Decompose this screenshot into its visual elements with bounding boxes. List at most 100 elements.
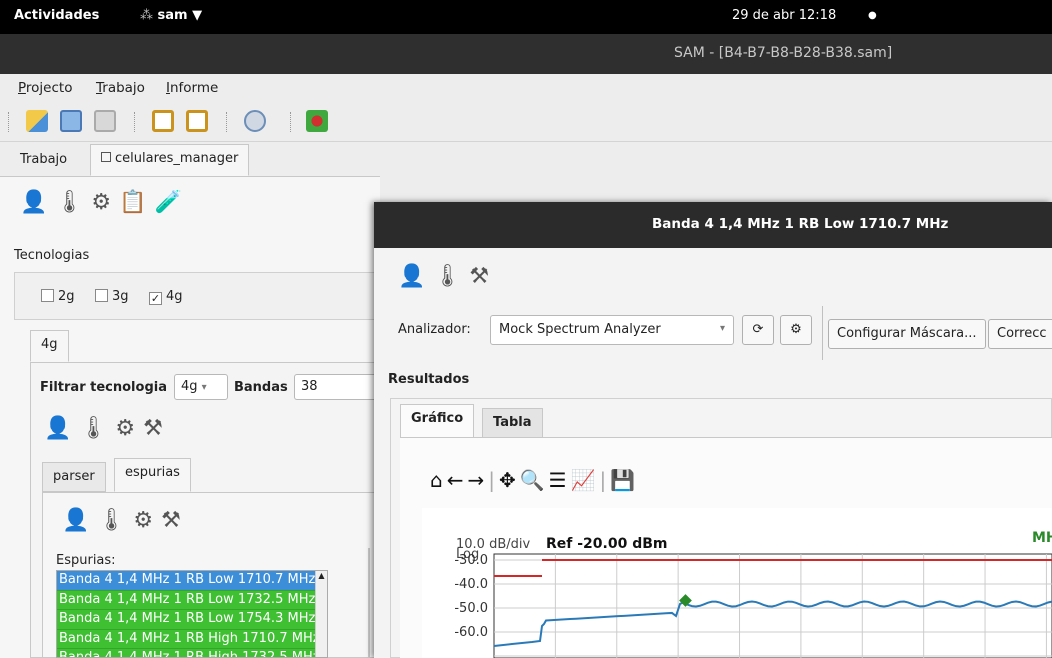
gear-icon: ⚙ xyxy=(790,322,802,337)
checkbox-4g[interactable]: ✓ 4g xyxy=(149,289,183,305)
user-icon[interactable]: 👤 xyxy=(20,190,55,215)
subtab-parser[interactable]: parser xyxy=(42,462,106,492)
chevron-down-icon: ▾ xyxy=(201,382,207,393)
gear-icon[interactable]: ⚙ xyxy=(91,190,119,215)
tab-trabajo[interactable]: Trabajo xyxy=(10,146,77,176)
scroll-up-arrow-icon[interactable]: ▲ xyxy=(316,571,327,580)
pan-icon[interactable]: ✥ xyxy=(499,468,520,492)
clock[interactable]: 29 de abr 12:18 xyxy=(732,8,836,23)
list-item[interactable]: Banda 4 1,4 MHz 1 RB High 1710.7 MHz xyxy=(57,629,327,649)
subtab-espurias[interactable]: espurias xyxy=(114,458,191,492)
checkbox-3g[interactable]: 3g xyxy=(95,289,129,304)
separator: | xyxy=(488,468,499,492)
y-tick-label: -60.0 xyxy=(454,625,488,640)
tools-icon[interactable]: ⚒ xyxy=(143,416,171,441)
cloud-download-icon[interactable] xyxy=(244,110,266,132)
clipboard-paste-icon[interactable] xyxy=(152,110,174,132)
spectrum-plot[interactable]: 10.0 dB/div Log Ref -20.00 dBm MH -30.0-… xyxy=(422,508,1052,658)
espurias-label: Espurias: xyxy=(56,553,116,568)
dialog-titlebar[interactable]: Banda 4 1,4 MHz 1 RB Low 1710.7 MHz xyxy=(374,202,1052,248)
tab-grafico[interactable]: Gráfico xyxy=(400,404,475,438)
plot-toolbar: ⌂←→|✥🔍☰📈|💾 xyxy=(430,468,639,492)
save-figure-icon[interactable]: 💾 xyxy=(610,468,639,492)
back-arrow-icon[interactable]: ← xyxy=(447,468,468,492)
filtrar-tecnologia-value: 4g xyxy=(181,379,198,394)
bandas-input[interactable]: 38 xyxy=(294,374,380,400)
checkbox-2g-label: 2g xyxy=(58,289,75,304)
app-menu[interactable]: ⁂ sam ▼ xyxy=(140,8,202,23)
espurias-list[interactable]: Banda 4 1,4 MHz 1 RB Low 1710.7 MHz Band… xyxy=(56,570,328,658)
checkbox-4g-label: 4g xyxy=(166,289,183,304)
tab-document-icon xyxy=(101,152,111,162)
list-scrollbar[interactable]: ▲ xyxy=(315,571,327,657)
user-icon[interactable]: 👤 xyxy=(44,416,79,441)
zoom-icon[interactable]: 🔍 xyxy=(520,468,549,492)
clipboard-list-icon[interactable]: 📋 xyxy=(119,190,154,215)
manager-icon-row: 👤🌡⚙📋🧪 xyxy=(20,190,190,215)
window-title: SAM - [B4-B7-B8-B28-B38.sam] xyxy=(674,45,893,61)
list-item[interactable]: Banda 4 1,4 MHz 1 RB Low 1710.7 MHz xyxy=(57,571,327,591)
home-icon[interactable]: ⌂ xyxy=(430,468,447,492)
menu-informe-label: nforme xyxy=(169,80,219,96)
splitter[interactable] xyxy=(368,548,370,658)
toolbar-separator xyxy=(8,112,9,132)
filtrar-tecnologia-select[interactable]: 4g ▾ xyxy=(174,374,228,400)
menu-projecto-mnemonic: P xyxy=(18,80,26,96)
tab-celulares-manager[interactable]: celulares_manager xyxy=(90,144,250,176)
list-item[interactable]: Banda 4 1,4 MHz 1 RB Low 1754.3 MHz xyxy=(57,610,327,630)
checkbox-2g[interactable]: 2g xyxy=(41,289,75,304)
book-icon[interactable] xyxy=(60,110,82,132)
analizador-value: Mock Spectrum Analyzer xyxy=(499,322,661,337)
settings-button[interactable]: ⚙ xyxy=(780,315,812,345)
menu-bar: Projecto Trabajo Informe xyxy=(0,74,1052,102)
thermometer-icon[interactable]: 🌡 xyxy=(55,190,91,215)
save-icon[interactable] xyxy=(94,110,116,132)
tecnologias-group: 2g 3g ✓ 4g xyxy=(14,272,380,320)
menu-informe[interactable]: Informe xyxy=(166,80,218,96)
clipboard-icon[interactable] xyxy=(186,110,208,132)
open-folder-icon[interactable] xyxy=(26,110,48,132)
correccion-button[interactable]: Correcc xyxy=(988,319,1052,349)
user-icon[interactable]: 👤 xyxy=(62,508,97,533)
y-tick-labels: -30.0 -40.0 -50.0 -60.0 xyxy=(454,553,488,640)
gear-icon[interactable]: ⚙ xyxy=(115,416,143,441)
tab-4g[interactable]: 4g xyxy=(30,330,69,362)
chevron-down-icon: ▾ xyxy=(719,323,725,334)
y-tick-label: -50.0 xyxy=(454,601,488,616)
tab-tabla[interactable]: Tabla xyxy=(482,408,543,438)
thermometer-icon[interactable]: 🌡 xyxy=(79,416,115,441)
separator: | xyxy=(599,468,611,492)
bandas-label: Bandas xyxy=(234,380,288,395)
menu-projecto[interactable]: Projecto xyxy=(18,80,72,96)
gear-icon[interactable]: ⚙ xyxy=(133,508,161,533)
axes-edit-icon[interactable]: 📈 xyxy=(571,468,600,492)
menu-trabajo[interactable]: Trabajo xyxy=(96,80,145,96)
list-item[interactable]: Banda 4 1,4 MHz 1 RB Low 1732.5 MHz xyxy=(57,590,327,610)
configurar-mascara-button[interactable]: Configurar Máscara... xyxy=(828,319,986,349)
tools-icon[interactable]: ⚒ xyxy=(469,264,497,289)
subplots-config-icon[interactable]: ☰ xyxy=(549,468,571,492)
check-icon: ✓ xyxy=(149,292,162,305)
plugin-remove-icon[interactable] xyxy=(306,110,328,132)
window-titlebar: SAM - [B4-B7-B8-B28-B38.sam] xyxy=(0,34,1052,74)
toolbar xyxy=(0,102,1052,142)
tools-icon[interactable]: ⚒ xyxy=(161,508,189,533)
thermometer-icon[interactable]: 🌡 xyxy=(433,264,469,289)
4g-icon-row: 👤🌡⚙⚒ xyxy=(44,416,171,441)
marker-readout: MH xyxy=(1032,530,1052,546)
tecnologias-label: Tecnologias xyxy=(14,248,90,263)
test-tubes-icon[interactable]: 🧪 xyxy=(154,190,189,215)
filtrar-tecnologia-label: Filtrar tecnologia xyxy=(40,380,167,395)
dialog-icon-row: 👤🌡⚒ xyxy=(398,264,497,289)
y-tick-label: -30.0 xyxy=(454,553,488,568)
thermometer-icon[interactable]: 🌡 xyxy=(97,508,133,533)
menu-projecto-label: rojecto xyxy=(25,80,73,96)
analizador-select[interactable]: Mock Spectrum Analyzer ▾ xyxy=(490,315,734,345)
checkbox-3g-box xyxy=(95,289,108,302)
forward-arrow-icon[interactable]: → xyxy=(467,468,488,492)
tab-celulares-manager-label: celulares_manager xyxy=(115,151,239,166)
user-icon[interactable]: 👤 xyxy=(398,264,433,289)
list-item[interactable]: Banda 4 1,4 MHz 1 RB High 1732.5 MHz xyxy=(57,649,327,657)
activities-button[interactable]: Actividades xyxy=(14,8,99,23)
refresh-button[interactable]: ⟳ xyxy=(742,315,774,345)
